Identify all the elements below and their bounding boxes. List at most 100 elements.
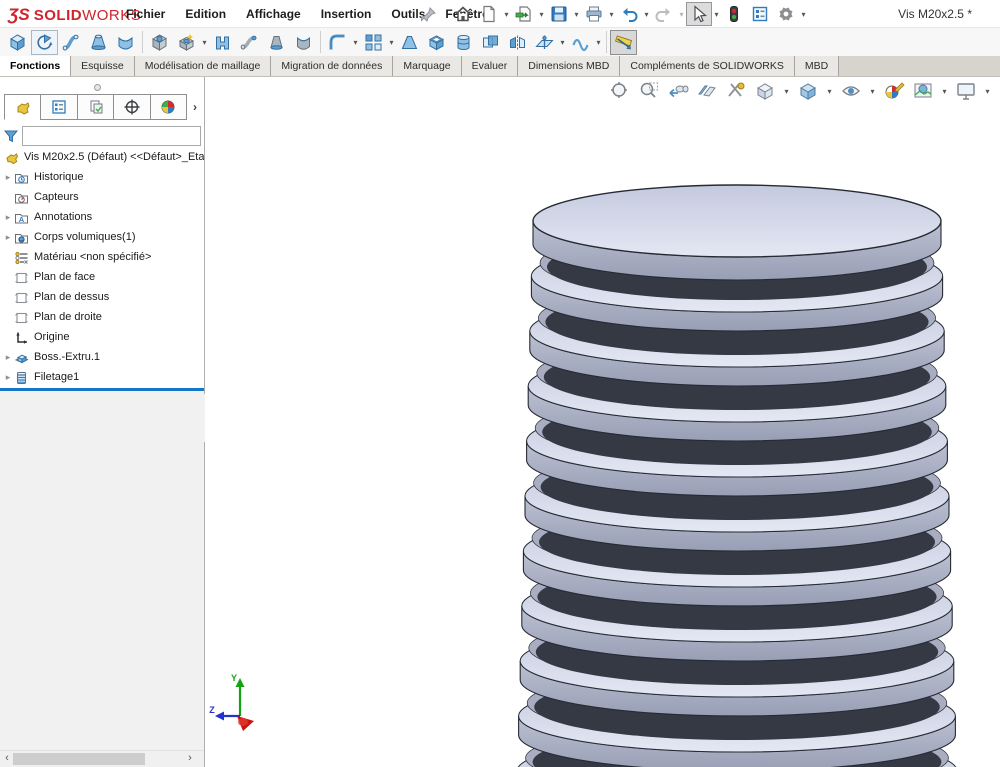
tree-item-boss-extru1[interactable]: ▸ Boss.-Extru.1 (0, 347, 204, 367)
shell-button[interactable] (423, 30, 450, 55)
home-button[interactable] (450, 2, 476, 26)
tree-filter-input[interactable] (22, 126, 201, 146)
settings-dropdown[interactable]: ▾ (799, 10, 808, 19)
display-style-icon[interactable] (796, 80, 820, 102)
tree-item-materiau[interactable]: Matériau <non spécifié> (0, 247, 204, 267)
menu-fichier[interactable]: Fichier (126, 7, 165, 21)
menu-insertion[interactable]: Insertion (321, 7, 372, 21)
tab-evaluer[interactable]: Evaluer (462, 56, 519, 76)
edit-appearance-icon[interactable] (882, 80, 906, 102)
model-canvas[interactable] (205, 77, 1000, 767)
settings-gear-button[interactable] (773, 2, 799, 26)
revolved-cut-button[interactable] (209, 30, 236, 55)
tab-fonctions[interactable]: Fonctions (0, 56, 71, 76)
tab-esquisse[interactable]: Esquisse (71, 56, 135, 76)
display-style-dropdown[interactable]: ▾ (825, 87, 834, 96)
linear-pattern-dropdown[interactable]: ▾ (387, 38, 396, 47)
boundary-cut-button[interactable] (290, 30, 317, 55)
apply-scene-icon[interactable] (911, 80, 935, 102)
curves-button[interactable] (567, 30, 594, 55)
redo-button[interactable] (651, 2, 677, 26)
boundary-boss-button[interactable] (112, 30, 139, 55)
new-document-button[interactable] (476, 2, 502, 26)
hole-wizard-button[interactable] (173, 30, 200, 55)
linear-pattern-button[interactable] (360, 30, 387, 55)
zoom-area-icon[interactable] (637, 80, 661, 102)
view-settings-dropdown[interactable]: ▾ (983, 87, 992, 96)
tree-item-plan-de-dessus[interactable]: Plan de dessus (0, 287, 204, 307)
wrap-button[interactable] (450, 30, 477, 55)
draft-button[interactable] (396, 30, 423, 55)
dimxpertmanager-tab[interactable] (113, 94, 150, 120)
hide-show-dropdown[interactable]: ▾ (868, 87, 877, 96)
view-orientation-icon[interactable] (753, 80, 777, 102)
expand-arrow-icon[interactable]: ▸ (2, 172, 14, 183)
propertymanager-tab[interactable] (40, 94, 77, 120)
swept-cut-button[interactable] (236, 30, 263, 55)
open-button[interactable] (511, 2, 537, 26)
tab-mbd[interactable]: MBD (795, 56, 839, 76)
tree-item-annotations[interactable]: ▸ A Annotations (0, 207, 204, 227)
expand-arrow-icon[interactable]: ▸ (2, 372, 14, 383)
scroll-left-arrow[interactable]: ‹ (1, 752, 13, 764)
view-orientation-dropdown[interactable]: ▾ (782, 87, 791, 96)
panel-tab-expand-button[interactable]: › (188, 96, 202, 118)
tab-modelisation-maillage[interactable]: Modélisation de maillage (135, 56, 272, 76)
tree-item-capteurs[interactable]: Capteurs (0, 187, 204, 207)
curves-dropdown[interactable]: ▾ (594, 38, 603, 47)
print-button[interactable] (581, 2, 607, 26)
open-dropdown[interactable]: ▾ (537, 10, 546, 19)
expand-arrow-icon[interactable]: ▸ (2, 212, 14, 223)
lofted-cut-button[interactable] (263, 30, 290, 55)
fillet-dropdown[interactable]: ▾ (351, 38, 360, 47)
mirror-button[interactable] (504, 30, 531, 55)
zoom-fit-icon[interactable] (608, 80, 632, 102)
scroll-right-arrow[interactable]: › (184, 752, 196, 764)
pin-menu-icon[interactable] (421, 6, 437, 27)
options-list-button[interactable] (747, 2, 773, 26)
section-view-icon[interactable] (695, 80, 719, 102)
lofted-boss-button[interactable] (85, 30, 112, 55)
intersect-button[interactable] (477, 30, 504, 55)
graphics-viewport[interactable]: ▾ ▾ ▾ ▾ ▾ Y Z (205, 77, 1000, 767)
tree-root-item[interactable]: Vis M20x2.5 (Défaut) <<Défaut>_Etat d'af… (0, 147, 204, 167)
tree-item-origine[interactable]: Origine (0, 327, 204, 347)
menu-edition[interactable]: Edition (185, 7, 226, 21)
menu-affichage[interactable]: Affichage (246, 7, 301, 21)
tab-complements-solidworks[interactable]: Compléments de SOLIDWORKS (620, 56, 794, 76)
displaymanager-tab[interactable] (150, 94, 187, 120)
boss-extrude-button[interactable] (4, 30, 31, 55)
save-dropdown[interactable]: ▾ (572, 10, 581, 19)
tree-item-plan-de-droite[interactable]: Plan de droite (0, 307, 204, 327)
tab-marquage[interactable]: Marquage (393, 56, 461, 76)
select-cursor-button[interactable] (686, 2, 712, 26)
panel-horizontal-scrollbar[interactable]: ‹ › (0, 750, 204, 767)
undo-button[interactable] (616, 2, 642, 26)
revolve-button[interactable] (31, 30, 58, 55)
rebuild-button[interactable] (721, 2, 747, 26)
expand-arrow-icon[interactable]: ▸ (2, 352, 14, 363)
panel-collapse-button[interactable] (94, 84, 101, 91)
view-settings-icon[interactable] (954, 80, 978, 102)
annotation-views-icon[interactable] (724, 80, 748, 102)
swept-boss-button[interactable] (58, 30, 85, 55)
hole-wizard-dropdown[interactable]: ▾ (200, 38, 209, 47)
redo-dropdown[interactable]: ▾ (677, 10, 686, 19)
previous-view-icon[interactable] (666, 80, 690, 102)
instant3d-button[interactable] (610, 30, 637, 55)
reference-geometry-button[interactable] (531, 30, 558, 55)
tab-migration-donnees[interactable]: Migration de données (271, 56, 393, 76)
tree-item-filetage1[interactable]: ▸ Filetage1 (0, 367, 204, 387)
tab-dimensions-mbd[interactable]: Dimensions MBD (518, 56, 620, 76)
save-button[interactable] (546, 2, 572, 26)
tree-item-plan-de-face[interactable]: Plan de face (0, 267, 204, 287)
scrollbar-thumb[interactable] (13, 753, 145, 765)
reference-triad[interactable]: Y Z (207, 672, 269, 736)
undo-dropdown[interactable]: ▾ (642, 10, 651, 19)
print-dropdown[interactable]: ▾ (607, 10, 616, 19)
hide-show-items-icon[interactable] (839, 80, 863, 102)
extruded-cut-button[interactable] (146, 30, 173, 55)
tree-item-corps-volumiques[interactable]: ▸ Corps volumiques(1) (0, 227, 204, 247)
new-document-dropdown[interactable]: ▾ (502, 10, 511, 19)
select-dropdown[interactable]: ▾ (712, 10, 721, 19)
